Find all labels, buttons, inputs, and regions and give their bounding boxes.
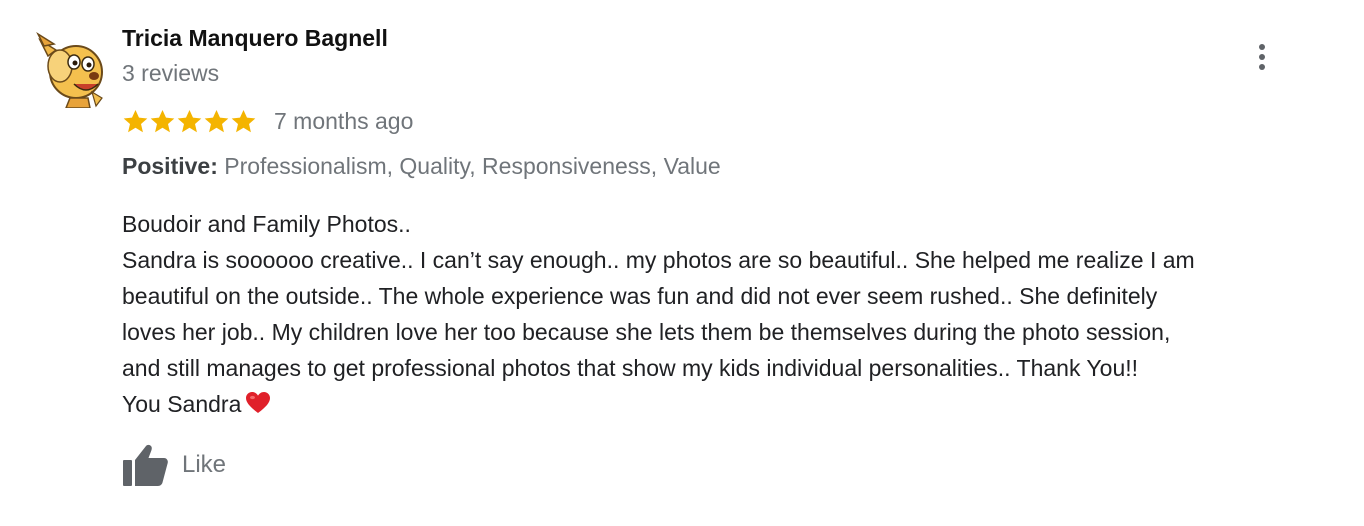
star-icon: [123, 109, 148, 132]
rating-row: 7 months ago: [122, 104, 413, 138]
more-vertical-icon: [1259, 54, 1265, 60]
review-text-line: Boudoir and Family Photos..: [122, 211, 411, 237]
cartoon-character-avatar-icon: [36, 31, 103, 109]
review-text-line: You Sandra: [122, 391, 242, 417]
review-text: Boudoir and Family Photos.. Sandra is so…: [122, 206, 1352, 422]
like-label: Like: [182, 451, 227, 478]
review-text-last-line: You Sandra: [122, 386, 1352, 422]
review-attributes: Positive: Professionalism, Quality, Resp…: [122, 153, 721, 180]
reviewer-name[interactable]: Tricia Manquero Bagnell: [122, 25, 388, 52]
heart-icon: [246, 392, 271, 413]
reviewer-avatar[interactable]: [30, 26, 112, 109]
thumbs-up-icon: [123, 444, 168, 486]
like-button[interactable]: Like: [120, 440, 226, 490]
more-vertical-icon: [1259, 44, 1265, 50]
review-text-line: Sandra is soooooo creative.. I can’t say…: [122, 247, 1195, 273]
star-icon: [177, 109, 202, 132]
reviewer-review-count: 3 reviews: [122, 60, 220, 86]
star-icon: [204, 109, 229, 132]
more-vertical-icon: [1259, 64, 1265, 70]
review-text-line: beautiful on the outside.. The whole exp…: [122, 283, 1158, 309]
review-card: Tricia Manquero Bagnell 3 reviews 7 mont…: [0, 0, 1364, 526]
star-icon: [231, 109, 256, 132]
attributes-label: Positive:: [122, 153, 218, 179]
review-date: 7 months ago: [274, 107, 414, 134]
review-text-line: loves her job.. My children love her too…: [122, 319, 1171, 345]
star-icon: [150, 109, 175, 132]
star-rating: [122, 108, 257, 135]
review-text-line: and still manages to get professional ph…: [122, 355, 1139, 381]
attributes-values: Professionalism, Quality, Responsiveness…: [217, 153, 721, 179]
more-options-button[interactable]: [1248, 38, 1276, 76]
